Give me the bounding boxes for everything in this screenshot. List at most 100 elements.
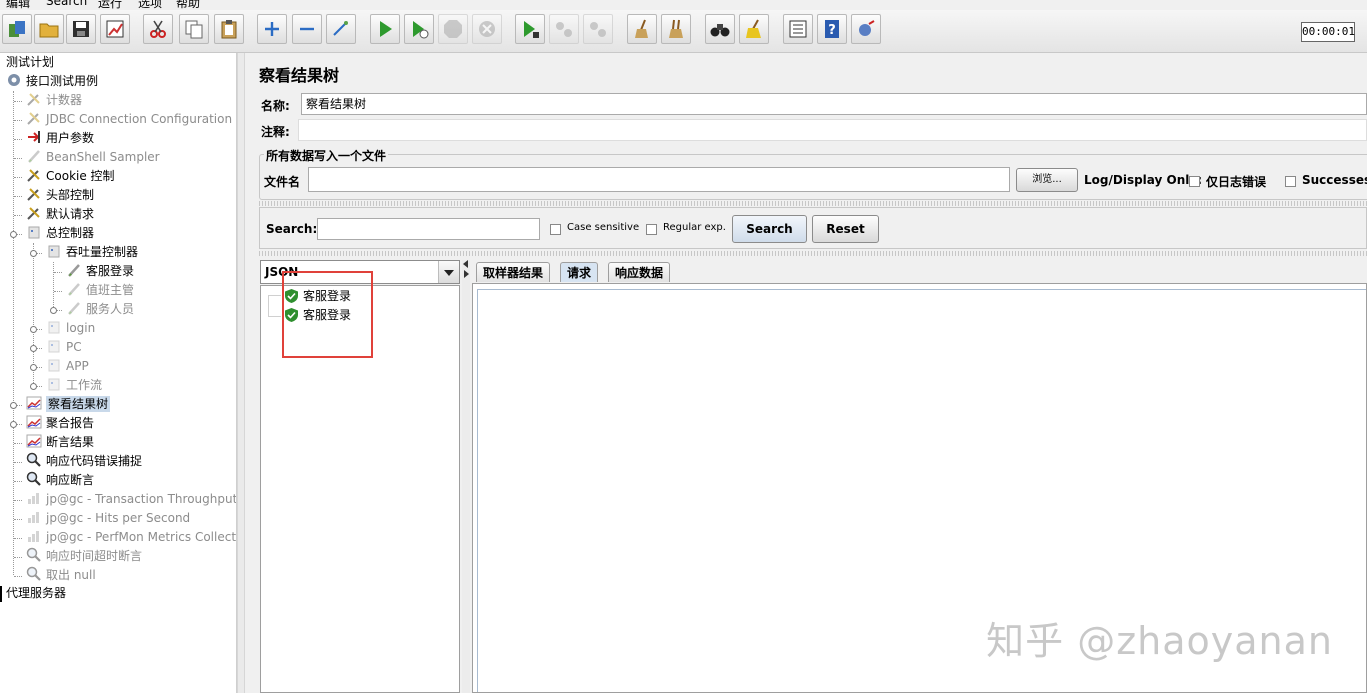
tree-node[interactable]: 总控制器	[26, 224, 94, 243]
tree-node[interactable]: 响应断言	[26, 471, 94, 490]
tree-node[interactable]: 响应时间超时断言	[26, 547, 142, 566]
tree-expand-knob[interactable]	[30, 345, 37, 352]
tree-node[interactable]: 工作流	[46, 376, 102, 395]
search-submit-button[interactable]: Search	[732, 215, 807, 243]
regular-exp-box[interactable]	[646, 224, 657, 235]
tree-expand-knob[interactable]	[30, 250, 37, 257]
stop-button[interactable]	[438, 14, 468, 44]
tree-expand-knob[interactable]	[50, 307, 57, 314]
reset-button[interactable]: Reset	[812, 215, 879, 243]
toggle-button[interactable]	[326, 14, 356, 44]
tree-connector	[14, 196, 22, 197]
menu-search[interactable]: Search	[46, 0, 87, 8]
copy-button[interactable]	[179, 14, 209, 44]
panel-splitter[interactable]	[237, 53, 245, 693]
menu-options[interactable]: 选项	[138, 0, 162, 10]
tree-node[interactable]: login	[46, 319, 95, 338]
tree-node[interactable]: 察看结果树	[26, 395, 111, 414]
open-button[interactable]	[34, 14, 64, 44]
inner-splitter[interactable]	[462, 260, 470, 693]
collapse-button[interactable]	[292, 14, 322, 44]
tree-node-proxy-server[interactable]: 代理服务器	[6, 584, 66, 603]
errors-only-label: 仅日志错误	[1206, 175, 1267, 189]
file-name-input[interactable]	[308, 167, 1010, 192]
tab-request[interactable]: 请求	[560, 262, 599, 282]
search-input[interactable]	[317, 218, 540, 240]
menu-run[interactable]: 运行	[98, 0, 122, 10]
case-sensitive-box[interactable]	[550, 224, 561, 235]
tree-node[interactable]: 值班主管	[66, 281, 134, 300]
tree-node-label: 响应断言	[46, 473, 95, 487]
reset-search-button[interactable]	[739, 14, 769, 44]
remote-stop-button[interactable]	[549, 14, 579, 44]
successes-checkbox[interactable]	[1285, 174, 1296, 188]
tree-node-label: 取出 null	[46, 568, 96, 582]
test-plan-tree[interactable]: 测试计划接口测试用例 计数器 JDBC Connection Configurati…	[0, 53, 237, 693]
tree-node[interactable]: JDBC Connection Configuration	[26, 110, 232, 129]
tree-expand-knob[interactable]	[30, 364, 37, 371]
menu-edit[interactable]: 编辑	[6, 0, 30, 10]
help-button[interactable]: ?	[817, 14, 847, 44]
tree-node[interactable]: jp@gc - PerfMon Metrics Collector	[26, 528, 236, 547]
tree-node[interactable]: 计数器	[26, 91, 82, 110]
remote-shutdown-button[interactable]	[583, 14, 613, 44]
expand-button[interactable]	[257, 14, 287, 44]
tree-node[interactable]: APP	[46, 357, 89, 376]
tree-expand-knob[interactable]	[30, 383, 37, 390]
successes-box[interactable]	[1285, 176, 1296, 187]
tree-node[interactable]: 接口测试用例	[6, 72, 98, 91]
start-button[interactable]	[370, 14, 400, 44]
tree-node[interactable]: jp@gc - Transaction Throughput vs	[26, 490, 236, 509]
browse-button[interactable]: 浏览...	[1016, 168, 1078, 192]
tree-node[interactable]: 客服登录	[66, 262, 134, 281]
search-button[interactable]	[705, 14, 735, 44]
tree-expand-knob[interactable]	[30, 326, 37, 333]
tree-node[interactable]: 吞吐量控制器	[46, 243, 138, 262]
tree-node[interactable]: 断言结果	[26, 433, 94, 452]
tree-node[interactable]: 响应代码错误捕捉	[26, 452, 142, 471]
tree-node-test-plan[interactable]: 测试计划	[6, 53, 54, 72]
errors-only-checkbox[interactable]	[1189, 174, 1200, 188]
tree-expand-knob[interactable]	[10, 421, 17, 428]
case-sensitive-checkbox[interactable]	[550, 222, 561, 236]
divider-grip[interactable]	[259, 201, 1367, 206]
name-field[interactable]: 察看结果树	[301, 93, 1367, 115]
tree-expand-knob[interactable]	[10, 402, 17, 409]
save-button[interactable]	[66, 14, 96, 44]
paste-button[interactable]	[214, 14, 244, 44]
tree-node[interactable]: 取出 null	[26, 566, 96, 585]
comment-field[interactable]	[298, 119, 1367, 141]
tree-node[interactable]: 头部控制	[26, 186, 94, 205]
dropdown-arrow[interactable]	[438, 261, 459, 283]
tree-node[interactable]: 用户参数	[26, 129, 94, 148]
tree-node[interactable]: 聚合报告	[26, 414, 94, 433]
search-label: Search:	[266, 222, 318, 236]
shutdown-button[interactable]	[472, 14, 502, 44]
tree-node-label: 测试计划	[6, 55, 55, 69]
save-screen-button[interactable]	[100, 14, 130, 44]
clear-all-button[interactable]	[661, 14, 691, 44]
regular-exp-checkbox[interactable]	[646, 222, 657, 236]
tab-sampler-result[interactable]: 取样器结果	[476, 262, 551, 282]
templates-icon	[9, 21, 25, 37]
errors-only-box[interactable]	[1189, 176, 1200, 187]
clear-button[interactable]	[627, 14, 657, 44]
divider-grip-lower[interactable]	[259, 251, 1367, 256]
tree-node[interactable]: jp@gc - Hits per Second	[26, 509, 190, 528]
menu-help[interactable]: 帮助	[176, 0, 200, 10]
tree-node[interactable]: 默认请求	[26, 205, 94, 224]
cut-button[interactable]	[143, 14, 173, 44]
tree-node[interactable]: 服务人员	[66, 300, 134, 319]
remote-start-button[interactable]	[515, 14, 545, 44]
tree-node[interactable]: Cookie 控制	[26, 167, 115, 186]
function-helper-button[interactable]	[783, 14, 813, 44]
broom-yellow-icon	[746, 19, 761, 38]
log-viewer-button[interactable]	[851, 14, 881, 44]
new-plan-button[interactable]	[2, 14, 32, 44]
tree-node[interactable]: PC	[46, 338, 82, 357]
tab-response-data[interactable]: 响应数据	[608, 262, 671, 282]
start-no-pauses-button[interactable]	[404, 14, 434, 44]
tree-expand-knob[interactable]	[10, 231, 17, 238]
tree-node[interactable]: BeanShell Sampler	[26, 148, 160, 167]
remote-stop-icon	[556, 22, 572, 37]
